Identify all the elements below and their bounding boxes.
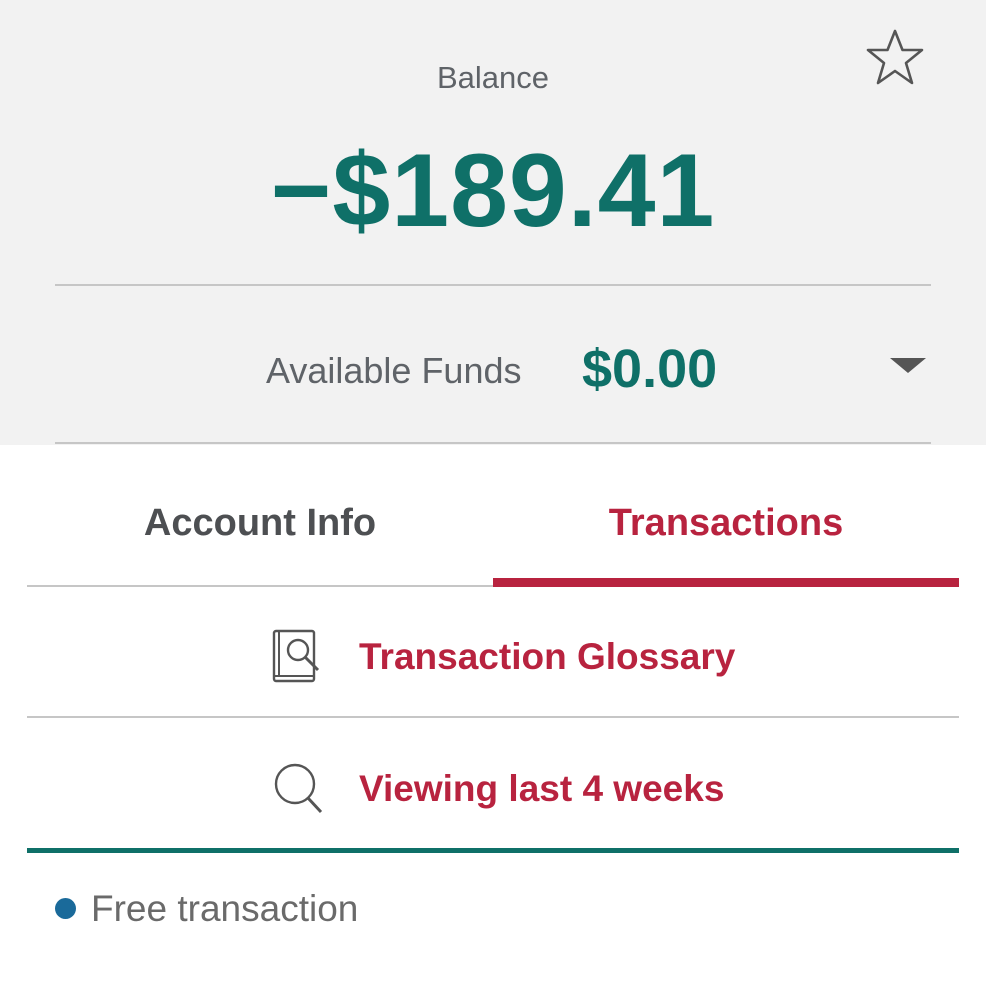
transactions-section-divider: [27, 848, 959, 853]
viewing-period-label: Viewing last 4 weeks: [359, 768, 725, 809]
free-transaction-legend-label: Free transaction: [91, 888, 359, 929]
transaction-glossary-label: Transaction Glossary: [359, 636, 736, 677]
viewing-period-button[interactable]: Viewing last 4 weeks: [27, 722, 959, 850]
available-funds-label: Available Funds: [266, 350, 522, 391]
divider: [27, 716, 959, 718]
available-funds-row[interactable]: Available Funds $0.00: [0, 330, 986, 410]
header-divider: [55, 442, 931, 444]
balance-amount: −$189.41: [270, 133, 716, 249]
search-icon: [271, 760, 325, 818]
free-transaction-dot-icon: [55, 898, 76, 919]
glossary-book-icon: [271, 628, 325, 686]
active-tab-indicator: [493, 578, 959, 587]
available-funds-value: $0.00: [582, 339, 718, 399]
dropdown-arrow-icon[interactable]: [880, 350, 936, 380]
tab-account-info[interactable]: Account Info: [27, 460, 493, 586]
account-header: Balance −$189.41 Available Funds $0.00: [0, 0, 986, 445]
tab-transactions-label: Transactions: [608, 501, 844, 544]
tab-transactions[interactable]: Transactions: [493, 460, 959, 586]
divider: [55, 284, 931, 286]
balance-label: Balance: [436, 60, 550, 95]
transaction-glossary-button[interactable]: Transaction Glossary: [27, 590, 959, 718]
tab-account-info-label: Account Info: [143, 501, 377, 544]
